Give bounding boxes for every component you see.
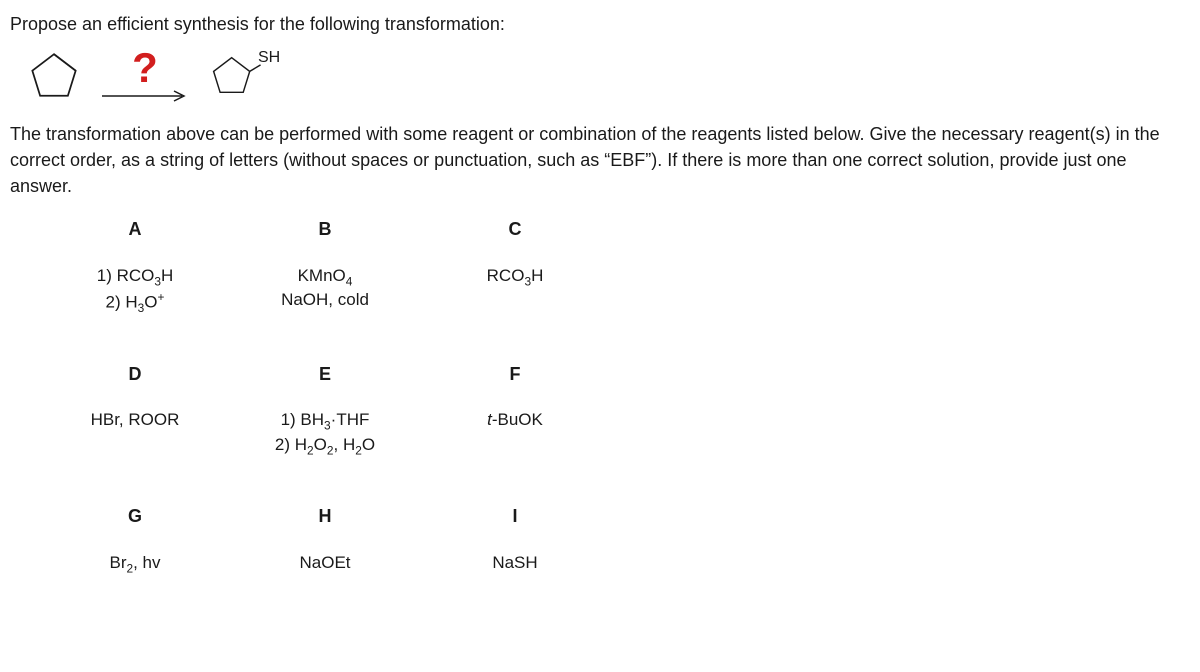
reagent-letter: I (512, 504, 517, 529)
reagent-B: B KMnO4 NaOH, cold (230, 217, 420, 316)
reagent-E: E 1) BH3·THF 2) H2O2, H2O (230, 362, 420, 458)
reagent-letter: D (129, 362, 142, 387)
reagent-formula: NaSH (492, 552, 537, 575)
sh-label: SH (258, 47, 280, 69)
product-pentagon (210, 49, 262, 101)
reagent-formula: t-BuOK (487, 409, 543, 432)
reagent-formula: 1) RCO3H 2) H3O+ (97, 265, 174, 317)
reagent-D: D HBr, ROOR (40, 362, 230, 458)
reagent-F: F t-BuOK (420, 362, 610, 458)
question-prompt: Propose an efficient synthesis for the f… (10, 12, 1190, 37)
reagent-C: C RCO3H (420, 217, 610, 316)
reagent-I: I NaSH (420, 504, 610, 576)
reagent-formula: HBr, ROOR (91, 409, 180, 432)
reagent-A: A 1) RCO3H 2) H3O+ (40, 217, 230, 316)
reagent-grid: A 1) RCO3H 2) H3O+ B KMnO4 NaOH, cold C … (40, 217, 1190, 575)
reagent-formula: NaOEt (299, 552, 350, 575)
reagent-letter: H (319, 504, 332, 529)
reagent-formula: Br2, hv (109, 552, 160, 576)
reagent-formula: RCO3H (487, 265, 544, 289)
starting-material-pentagon (28, 49, 80, 101)
reagent-H: H NaOEt (230, 504, 420, 576)
question-mark-icon: ? (132, 47, 158, 89)
reaction-arrow-group: ? (100, 47, 190, 103)
reagent-G: G Br2, hv (40, 504, 230, 576)
reaction-scheme: ? SH (28, 47, 1190, 103)
reagent-letter: C (509, 217, 522, 242)
reagent-letter: G (128, 504, 142, 529)
reagent-letter: A (129, 217, 142, 242)
instructions-text: The transformation above can be performe… (10, 121, 1190, 199)
reagent-formula: KMnO4 NaOH, cold (281, 265, 369, 312)
reagent-letter: F (510, 362, 521, 387)
reagent-letter: E (319, 362, 331, 387)
arrow-icon (100, 89, 190, 103)
product-structure: SH (210, 49, 280, 101)
reagent-letter: B (319, 217, 332, 242)
reagent-formula: 1) BH3·THF 2) H2O2, H2O (275, 409, 375, 458)
